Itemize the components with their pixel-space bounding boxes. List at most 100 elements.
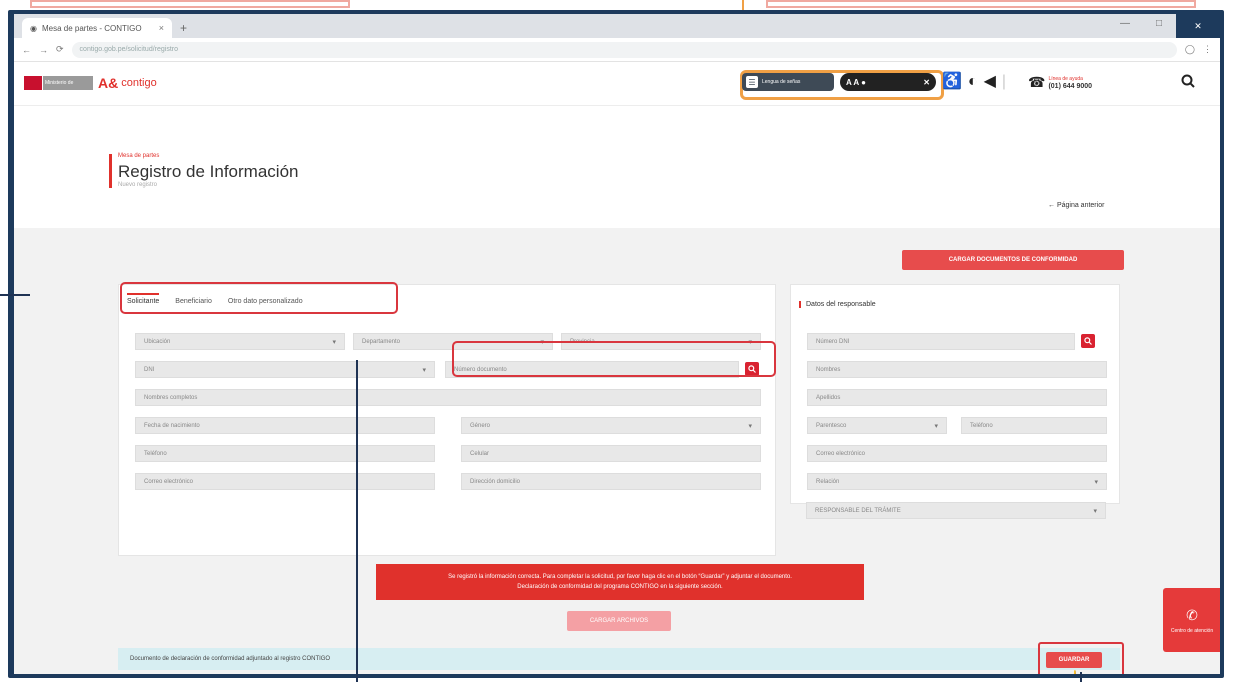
back-link[interactable]: ← Página anterior (1048, 202, 1104, 209)
title-accent-bar (109, 154, 112, 188)
contigo-logo[interactable]: A& contigo (98, 75, 157, 91)
alert-line-1: Se registró la información correcta. Par… (448, 574, 792, 580)
mobile-value: Celular (470, 450, 490, 457)
audio-icon[interactable]: ◀ (984, 74, 996, 90)
relationship-select[interactable]: Parentesco ▾ (807, 417, 947, 434)
responsible-title: Datos del responsable (799, 301, 876, 308)
minimize-button[interactable]: — (1120, 18, 1130, 29)
floating-help-button[interactable]: ✆ Centro de atención (1163, 588, 1220, 652)
full-name-value: Nombres completos (144, 394, 198, 401)
wheelchair-icon[interactable]: ♿ (942, 74, 962, 90)
annotation-box-top-right (766, 0, 1196, 8)
peru-flag-icon (24, 76, 42, 90)
contigo-brand-name: contigo (121, 77, 157, 89)
tab-bar: ◉ Mesa de partes - CONTIGO × + — □ ✕ (14, 14, 1220, 38)
help-number: (01) 644 9000 (1048, 82, 1093, 90)
save-highlight (1038, 642, 1124, 674)
ministry-label: Ministerio de Desarrollo e Inclusión Soc… (43, 76, 93, 90)
upload-conformity-button[interactable]: CARGAR DOCUMENTOS DE CONFORMIDAD (902, 250, 1124, 270)
back-nav-icon[interactable]: ← (22, 45, 31, 55)
annotation-line-left (0, 294, 30, 296)
accessibility-tools: ☰ Lengua de señas A A ● ✕ ♿ ◐ ◀ | (742, 73, 1006, 91)
reload-icon[interactable]: ⟳ (56, 44, 64, 55)
relation-select[interactable]: Relación ▾ (807, 473, 1107, 490)
forward-nav-icon[interactable]: → (39, 45, 48, 55)
contrast-icon[interactable]: ◐ (968, 74, 978, 90)
location-select[interactable]: Ubicación ▾ (135, 333, 345, 350)
help-line[interactable]: ☎ Línea de ayuda (01) 644 9000 (1028, 74, 1092, 91)
phone-icon: ☎ (1028, 74, 1046, 90)
address-input[interactable]: Dirección domicilio (461, 473, 761, 490)
font-size-toggle[interactable]: A A ● ✕ (840, 73, 936, 91)
browser-tab[interactable]: ◉ Mesa de partes - CONTIGO × (22, 18, 172, 38)
search-icon[interactable] (1181, 74, 1195, 93)
floating-help-label: Centro de atención (1170, 627, 1214, 634)
email-input[interactable]: Correo electrónico (135, 473, 435, 490)
mobile-input[interactable]: Celular (461, 445, 761, 462)
close-small-icon: ✕ (923, 77, 930, 87)
close-window-button[interactable]: ✕ (1176, 14, 1220, 38)
relationship-value: Parentesco (816, 422, 847, 429)
screenshot-stage: ◉ Mesa de partes - CONTIGO × + — □ ✕ ← →… (0, 0, 1234, 682)
page-title: Registro de Información (118, 162, 299, 181)
tab-close-icon[interactable]: × (159, 23, 164, 33)
responsible-names-value: Nombres (816, 366, 841, 373)
chevron-down-icon: ▾ (748, 422, 752, 430)
contigo-mark-icon: A& (98, 75, 119, 91)
tab-title: Mesa de partes - CONTIGO (41, 23, 142, 33)
birthdate-input[interactable]: Fecha de nacimiento (135, 417, 435, 434)
maximize-button[interactable]: □ (1156, 18, 1162, 29)
chevron-down-icon: ▾ (422, 366, 426, 374)
gender-value: Género (470, 422, 491, 429)
email-value: Correo electrónico (144, 478, 194, 485)
page-subtitle: Nuevo registro (118, 182, 158, 188)
phone-input[interactable]: Teléfono (135, 445, 435, 462)
header-separator: | (1001, 73, 1007, 90)
applicant-form-card: Solicitante Beneficiario Otro dato perso… (118, 284, 776, 556)
responsible-email-value: Correo electrónico (816, 450, 866, 457)
chat-icon: ✆ (1186, 606, 1198, 623)
annotation-line-bottom-left (356, 360, 358, 682)
annotation-box-top-left (30, 0, 350, 8)
birthdate-value: Fecha de nacimiento (144, 422, 200, 429)
browser-window: ◉ Mesa de partes - CONTIGO × + — □ ✕ ← →… (14, 14, 1220, 674)
font-size-label: A A ● (846, 77, 866, 87)
chevron-down-icon: ▾ (332, 338, 336, 346)
pointer-cursor-icon: ☝ (1066, 670, 1080, 674)
sign-language-button[interactable]: ☰ Lengua de señas (742, 73, 834, 91)
upload-files-button[interactable]: CARGAR ARCHIVOS (567, 611, 671, 631)
government-logo[interactable]: Ministerio de Desarrollo e Inclusión Soc… (24, 76, 93, 90)
responsible-phone-value: Teléfono (970, 422, 993, 429)
responsible-card: Datos del responsable Número DNI Nombres… (790, 284, 1120, 504)
chevron-down-icon: ▾ (1093, 507, 1097, 515)
page-pretitle: Mesa de partes (118, 153, 160, 159)
new-tab-button[interactable]: + (180, 21, 187, 35)
url-input[interactable]: contigo.gob.pe/solicitud/registro (71, 41, 1177, 58)
responsible-dni-input[interactable]: Número DNI (807, 333, 1075, 350)
responsible-lastnames-input[interactable]: Apellidos (807, 389, 1107, 406)
phone-value: Teléfono (144, 450, 167, 457)
responsible-email-input[interactable]: Correo electrónico (807, 445, 1107, 462)
document-type-value: DNI (144, 366, 155, 373)
profile-icon[interactable]: ◯ (1185, 44, 1195, 55)
responsible-lastnames-value: Apellidos (816, 394, 841, 401)
relation-value: Relación (816, 478, 840, 485)
info-banner: Documento de declaración de conformidad … (118, 648, 1120, 670)
search-field-highlight (452, 341, 776, 377)
help-label: Línea de ayuda (1048, 75, 1083, 82)
responsible-search-button[interactable] (1081, 334, 1095, 348)
favicon-icon: ◉ (30, 23, 37, 33)
menu-kebab-icon[interactable]: ⋮ (1203, 44, 1212, 55)
responsible-names-input[interactable]: Nombres (807, 361, 1107, 378)
annotation-line-bottom-right (1080, 672, 1082, 682)
document-type-select[interactable]: DNI ▾ (135, 361, 435, 378)
responsible-role-select[interactable]: RESPONSABLE DEL TRÁMITE ▾ (806, 502, 1106, 519)
alert-message: Se registró la información correcta. Par… (376, 564, 864, 600)
address-value: Dirección domicilio (470, 478, 521, 485)
full-name-input[interactable]: Nombres completos (135, 389, 761, 406)
chevron-down-icon: ▾ (934, 422, 938, 430)
gender-select[interactable]: Género ▾ (461, 417, 761, 434)
url-text: contigo.gob.pe/solicitud/registro (79, 46, 178, 53)
responsible-phone-input[interactable]: Teléfono (961, 417, 1107, 434)
search-icon (1084, 337, 1092, 345)
